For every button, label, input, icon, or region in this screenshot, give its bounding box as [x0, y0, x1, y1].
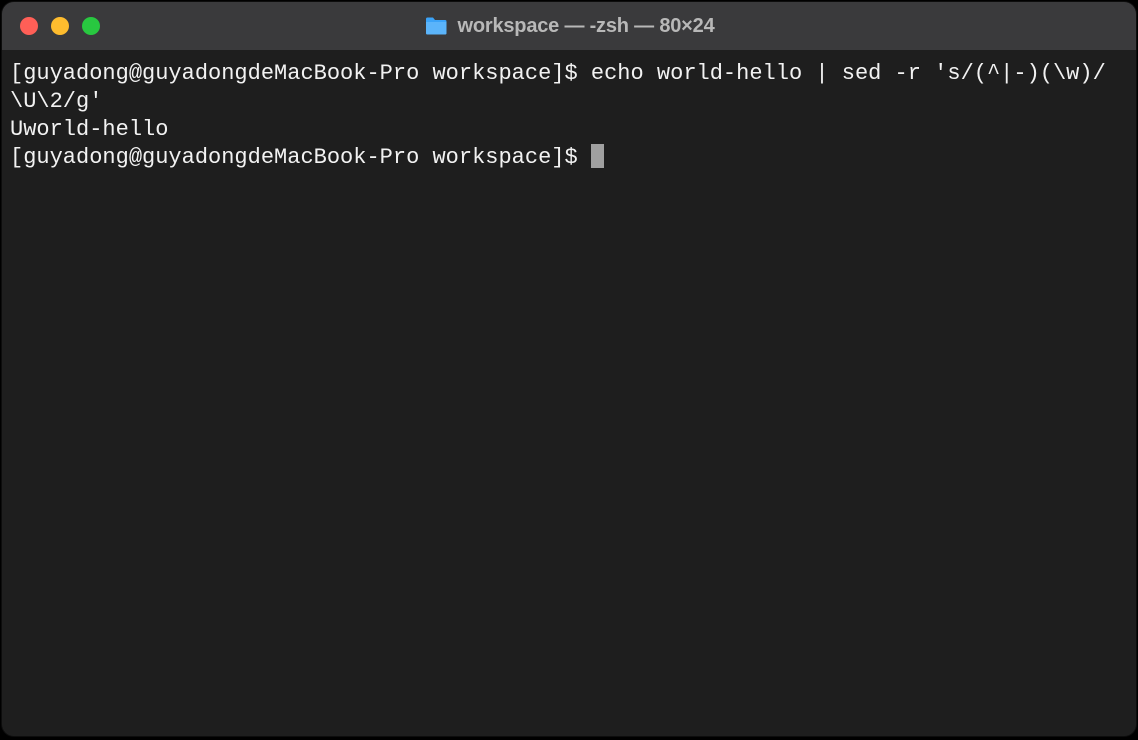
terminal-prompt-line: [guyadong@guyadongdeMacBook-Pro workspac…: [10, 144, 1128, 172]
traffic-lights: [2, 17, 100, 35]
terminal-body[interactable]: [guyadong@guyadongdeMacBook-Pro workspac…: [2, 50, 1136, 736]
terminal-prompt: [guyadong@guyadongdeMacBook-Pro workspac…: [10, 145, 591, 170]
titlebar[interactable]: workspace — -zsh — 80×24: [2, 2, 1136, 50]
minimize-button[interactable]: [51, 17, 69, 35]
terminal-prompt-line: [guyadong@guyadongdeMacBook-Pro workspac…: [10, 60, 1128, 116]
folder-icon: [424, 16, 448, 36]
zoom-button[interactable]: [82, 17, 100, 35]
title-center: workspace — -zsh — 80×24: [2, 15, 1136, 38]
terminal-window: workspace — -zsh — 80×24 [guyadong@guyad…: [2, 2, 1136, 736]
terminal-cursor: [591, 144, 604, 168]
close-button[interactable]: [20, 17, 38, 35]
terminal-prompt: [guyadong@guyadongdeMacBook-Pro workspac…: [10, 61, 591, 86]
window-title: workspace — -zsh — 80×24: [458, 15, 715, 38]
terminal-output-line: Uworld-hello: [10, 116, 1128, 144]
terminal-output: Uworld-hello: [10, 117, 168, 142]
